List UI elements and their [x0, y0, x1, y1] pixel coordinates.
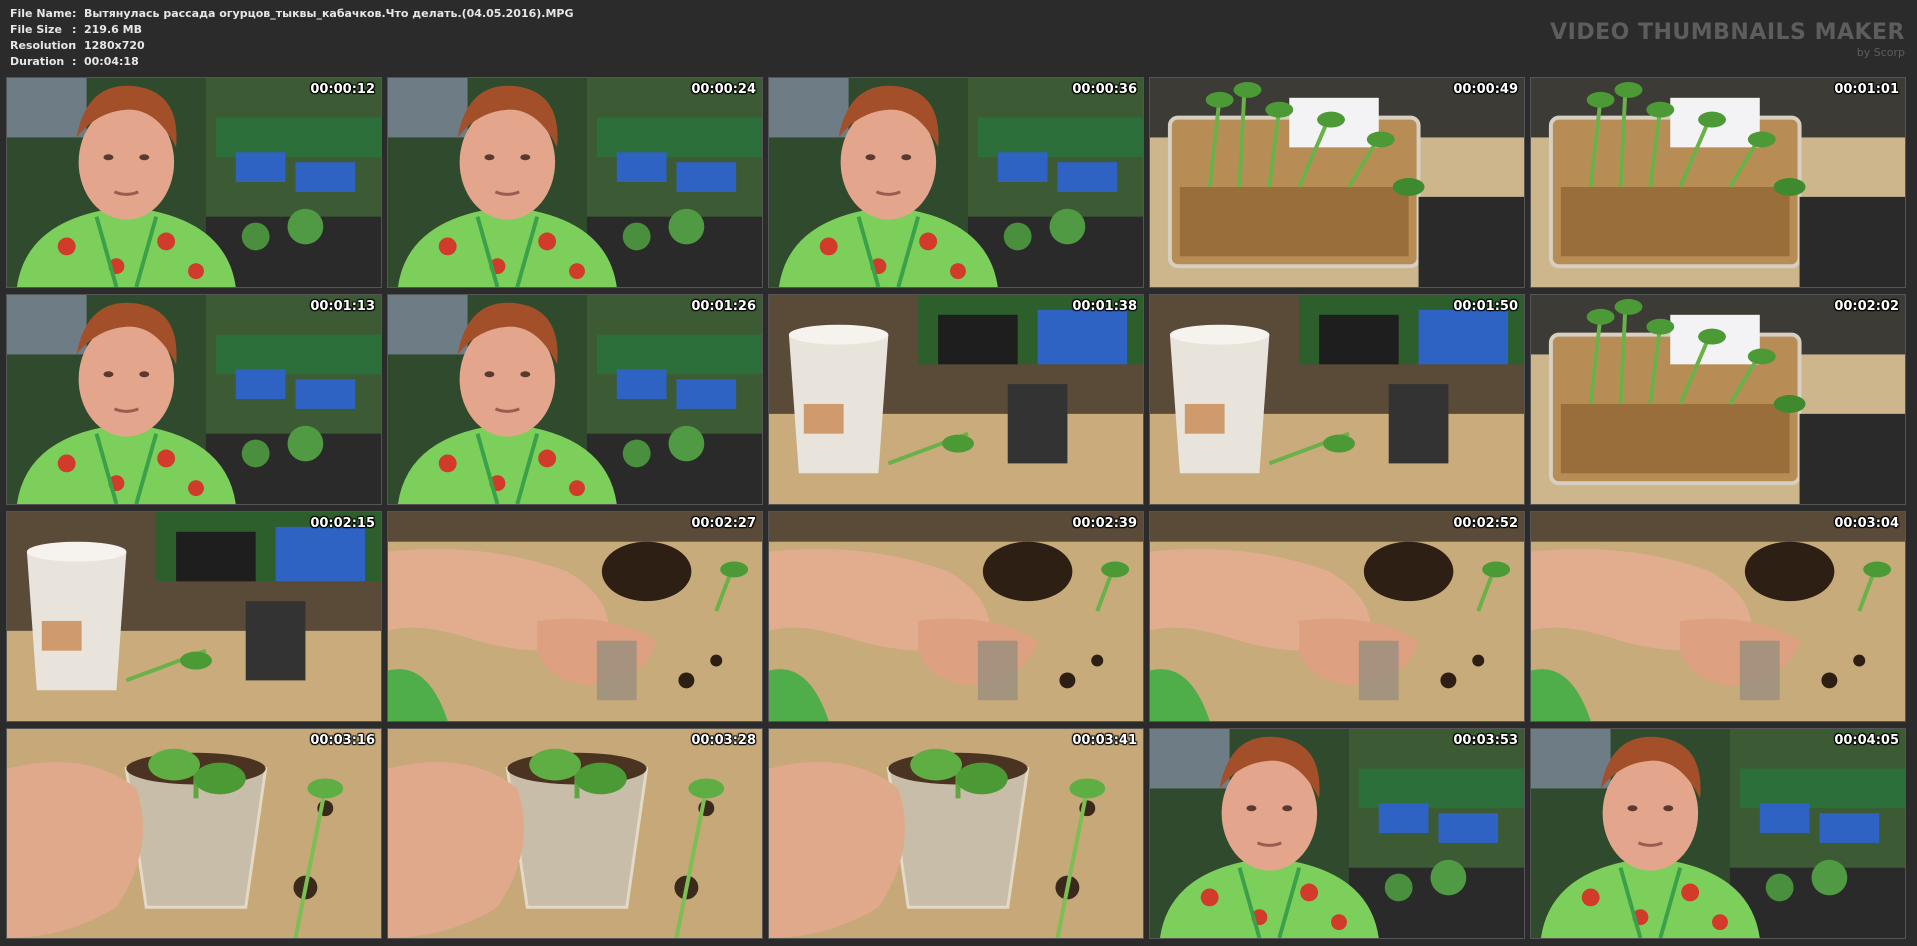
thumbnail-timestamp: 00:01:26	[691, 299, 756, 314]
video-thumbnail: 00:00:49	[1149, 77, 1525, 288]
separator: :	[72, 55, 77, 68]
thumbnail-frame-image	[769, 729, 1143, 938]
thumbnail-frame-image	[1150, 78, 1524, 287]
file-size-row: File Size : 219.6 MB	[10, 22, 574, 38]
video-thumbnail: 00:03:04	[1530, 511, 1906, 722]
thumbnail-frame-image	[769, 512, 1143, 721]
thumbnail-frame-image	[1150, 512, 1524, 721]
video-thumbnail: 00:02:39	[768, 511, 1144, 722]
thumbnail-timestamp: 00:00:36	[1072, 82, 1137, 97]
video-thumbnail: 00:02:02	[1530, 294, 1906, 505]
thumbnail-frame-image	[1531, 729, 1905, 938]
duration-label: Duration	[10, 55, 65, 68]
brand-title: VIDEO THUMBNAILS MAKER	[1550, 20, 1905, 45]
thumbnail-timestamp: 00:01:38	[1072, 299, 1137, 314]
brand-subtitle: by Scorp	[1856, 46, 1905, 59]
thumbnail-timestamp: 00:02:02	[1834, 299, 1899, 314]
video-thumbnail: 00:01:50	[1149, 294, 1525, 505]
thumbnail-timestamp: 00:00:12	[310, 82, 375, 97]
info-header: File Name : Вытянулась рассада огурцов_т…	[0, 0, 1917, 76]
file-size-value: 219.6 MB	[84, 23, 142, 36]
thumbnail-frame-image	[7, 78, 381, 287]
video-thumbnail: 00:03:53	[1149, 728, 1525, 939]
thumbnail-timestamp: 00:03:28	[691, 733, 756, 748]
thumbnail-frame-image	[7, 729, 381, 938]
video-thumbnail: 00:01:01	[1530, 77, 1906, 288]
video-thumbnail: 00:03:16	[6, 728, 382, 939]
thumbnail-timestamp: 00:04:05	[1834, 733, 1899, 748]
video-thumbnail: 00:00:12	[6, 77, 382, 288]
thumbnail-timestamp: 00:02:52	[1453, 516, 1518, 531]
file-name-label: File Name	[10, 7, 72, 20]
thumbnail-timestamp: 00:02:27	[691, 516, 756, 531]
thumbnail-frame-image	[388, 78, 762, 287]
thumbnail-timestamp: 00:03:16	[310, 733, 375, 748]
thumbnail-timestamp: 00:02:39	[1072, 516, 1137, 531]
thumbnail-timestamp: 00:02:15	[310, 516, 375, 531]
separator: :	[72, 7, 77, 20]
thumbnail-frame-image	[1531, 78, 1905, 287]
thumbnail-frame-image	[388, 295, 762, 504]
video-thumbnail: 00:02:15	[6, 511, 382, 722]
thumbnail-frame-image	[1531, 512, 1905, 721]
file-size-label: File Size	[10, 23, 62, 36]
brand-logo: VIDEO THUMBNAILS MAKER by Scorp	[1550, 20, 1905, 59]
resolution-label: Resolution	[10, 39, 77, 52]
video-thumbnail: 00:01:38	[768, 294, 1144, 505]
thumbnail-timestamp: 00:03:53	[1453, 733, 1518, 748]
thumbnail-frame-image	[7, 295, 381, 504]
video-thumbnail: 00:00:36	[768, 77, 1144, 288]
resolution-row: Resolution : 1280x720	[10, 38, 574, 54]
duration-value: 00:04:18	[84, 55, 139, 68]
thumbnail-timestamp: 00:00:24	[691, 82, 756, 97]
thumbnail-timestamp: 00:03:04	[1834, 516, 1899, 531]
thumbnail-frame-image	[388, 729, 762, 938]
thumbnail-timestamp: 00:01:13	[310, 299, 375, 314]
resolution-value: 1280x720	[84, 39, 145, 52]
separator: :	[72, 39, 77, 52]
thumbnail-frame-image	[1150, 729, 1524, 938]
thumbnail-frame-image	[388, 512, 762, 721]
video-thumbnail: 00:01:13	[6, 294, 382, 505]
video-thumbnail: 00:00:24	[387, 77, 763, 288]
thumbnail-timestamp: 00:00:49	[1453, 82, 1518, 97]
thumbnail-frame-image	[769, 295, 1143, 504]
duration-row: Duration : 00:04:18	[10, 54, 574, 70]
video-thumbnail: 00:02:27	[387, 511, 763, 722]
file-name-row: File Name : Вытянулась рассада огурцов_т…	[10, 6, 574, 22]
thumbnail-frame-image	[769, 78, 1143, 287]
video-thumbnail: 00:04:05	[1530, 728, 1906, 939]
separator: :	[72, 23, 77, 36]
thumbnail-timestamp: 00:03:41	[1072, 733, 1137, 748]
file-metadata: File Name : Вытянулась рассада огурцов_т…	[10, 6, 574, 70]
thumbnail-grid: 00:00:12 00:00:24 00:00:36 00:00:49 00:0…	[6, 77, 1906, 939]
thumbnail-frame-image	[1150, 295, 1524, 504]
video-thumbnail: 00:02:52	[1149, 511, 1525, 722]
thumbnail-frame-image	[1531, 295, 1905, 504]
thumbnail-frame-image	[7, 512, 381, 721]
file-name-value: Вытянулась рассада огурцов_тыквы_кабачко…	[84, 7, 574, 20]
video-thumbnail: 00:03:41	[768, 728, 1144, 939]
thumbnail-timestamp: 00:01:01	[1834, 82, 1899, 97]
thumbnail-timestamp: 00:01:50	[1453, 299, 1518, 314]
video-thumbnail: 00:01:26	[387, 294, 763, 505]
video-thumbnail: 00:03:28	[387, 728, 763, 939]
